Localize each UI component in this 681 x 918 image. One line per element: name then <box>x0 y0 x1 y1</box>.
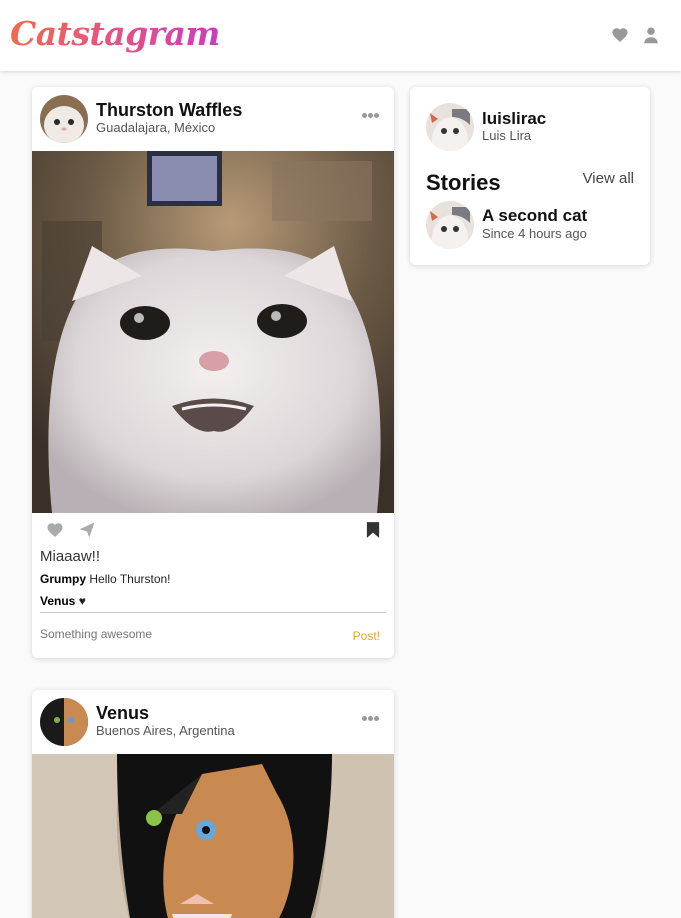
post-avatar[interactable] <box>40 698 88 746</box>
top-header: Catstagram <box>0 0 681 71</box>
post-location: Guadalajara, México <box>96 120 216 135</box>
post-location: Buenos Aires, Argentina <box>96 723 235 738</box>
post-comment-button[interactable]: Post! <box>353 629 380 643</box>
post-card: Thurston Waffles Guadalajara, México Mia… <box>32 87 394 658</box>
profile-avatar[interactable] <box>426 103 474 151</box>
comment: Grumpy Hello Thurston! <box>40 572 171 586</box>
like-icon[interactable] <box>46 521 64 539</box>
stories-heading: Stories <box>426 170 501 195</box>
post-username[interactable]: Venus <box>96 703 149 724</box>
post-photo[interactable] <box>32 151 394 513</box>
post-avatar[interactable] <box>40 95 88 143</box>
bookmark-icon[interactable] <box>366 521 380 539</box>
app-logo[interactable]: Catstagram <box>10 14 220 53</box>
comment-text: ♥ <box>78 594 86 608</box>
sidebar-card: luislirac Luis Lira Stories View all A s… <box>410 87 650 265</box>
story-avatar[interactable] <box>426 201 474 249</box>
post-photo[interactable] <box>32 754 394 918</box>
heart-icon[interactable] <box>611 26 629 44</box>
post-card: Venus Buenos Aires, Argentina <box>32 690 394 918</box>
divider <box>40 612 386 613</box>
comment: Venus ♥ <box>40 594 86 608</box>
share-icon[interactable] <box>78 521 96 539</box>
post-username[interactable]: Thurston Waffles <box>96 100 242 121</box>
comment-input[interactable] <box>40 627 330 641</box>
story-time: Since 4 hours ago <box>482 226 587 241</box>
comment-author[interactable]: Grumpy <box>40 572 86 586</box>
user-icon[interactable] <box>642 26 660 44</box>
profile-username[interactable]: luislirac <box>482 109 546 129</box>
more-options-icon[interactable] <box>362 716 380 722</box>
view-all-link[interactable]: View all <box>583 170 634 187</box>
more-options-icon[interactable] <box>362 113 380 119</box>
post-caption: Miaaaw!! <box>40 548 101 565</box>
story-title[interactable]: A second cat <box>482 206 587 226</box>
comment-author[interactable]: Venus <box>40 594 75 608</box>
profile-name: Luis Lira <box>482 128 532 143</box>
comment-text: Hello Thurston! <box>89 572 171 586</box>
